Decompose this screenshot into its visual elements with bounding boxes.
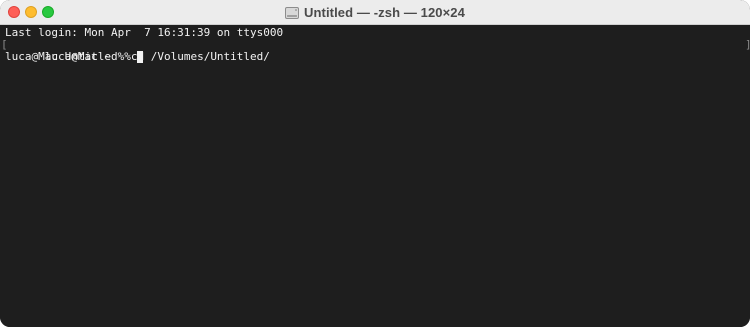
title-bar[interactable]: Untitled — -zsh — 120×24 xyxy=(0,0,750,25)
terminal-prompt-line[interactable]: luca@Mac Untitled % xyxy=(5,51,750,63)
window-title-text: Untitled — -zsh — 120×24 xyxy=(304,5,465,20)
terminal-window: Untitled — -zsh — 120×24 Last login: Mon… xyxy=(0,0,750,327)
disk-icon xyxy=(285,6,299,19)
terminal-prompt: luca@Mac Untitled % xyxy=(5,50,138,63)
line-mark-right: ] xyxy=(745,39,750,51)
terminal-content[interactable]: Last login: Mon Apr 7 16:31:39 on ttys00… xyxy=(0,25,750,327)
terminal-line-last-login: Last login: Mon Apr 7 16:31:39 on ttys00… xyxy=(5,26,284,39)
window-title: Untitled — -zsh — 120×24 xyxy=(0,0,750,25)
terminal-cursor xyxy=(137,51,144,63)
